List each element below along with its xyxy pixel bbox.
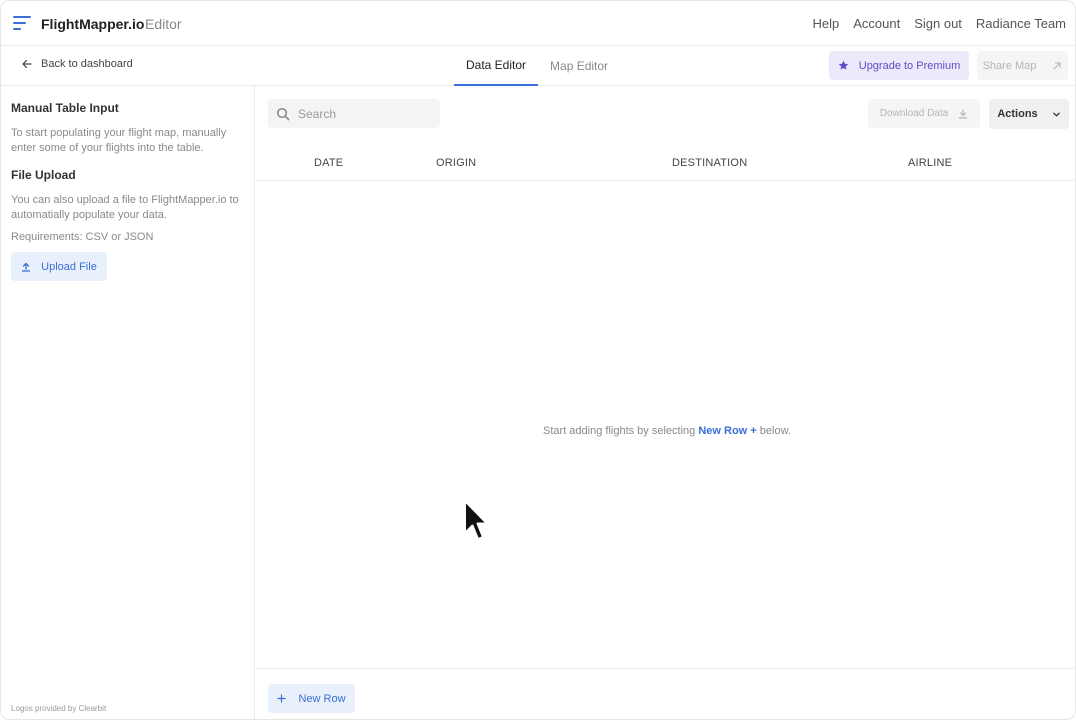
- upload-icon: [22, 262, 31, 272]
- sidebar: Manual Table Input To start populating y…: [1, 86, 255, 719]
- empty-table-message: Start adding flights by selecting New Ro…: [255, 425, 1075, 437]
- file-upload-heading: File Upload: [11, 168, 76, 182]
- column-date[interactable]: DATE: [314, 157, 343, 169]
- manual-input-text: To start populating your flight map, man…: [11, 127, 227, 154]
- upload-file-button[interactable]: Upload File: [11, 252, 107, 281]
- sign-out-link[interactable]: Sign out: [914, 16, 962, 31]
- plus-icon: [277, 694, 287, 703]
- download-icon: [959, 108, 968, 118]
- new-row-button[interactable]: New Row: [268, 684, 355, 713]
- actions-label: Actions: [997, 108, 1038, 120]
- brand-name[interactable]: FlightMapper.io: [41, 16, 144, 32]
- menu-lines-icon[interactable]: [13, 15, 31, 31]
- share-label: Share Map: [982, 59, 1037, 72]
- new-row-hint-link[interactable]: New Row +: [698, 425, 756, 437]
- download-data-button[interactable]: Download Data: [868, 99, 980, 128]
- column-airline[interactable]: AIRLINE: [908, 157, 952, 169]
- back-to-dashboard-link[interactable]: Back to dashboard: [21, 58, 133, 70]
- share-map-button[interactable]: Share Map: [977, 51, 1068, 80]
- search-box: [268, 99, 440, 128]
- upload-label: Upload File: [41, 260, 97, 273]
- arrow-left-icon: [22, 59, 32, 69]
- file-upload-text: You can also upload a file to FlightMapp…: [11, 194, 239, 221]
- team-link[interactable]: Radiance Team: [976, 16, 1066, 31]
- help-link[interactable]: Help: [812, 16, 839, 31]
- empty-suffix: below.: [759, 425, 791, 437]
- table-footer: New Row: [255, 668, 1075, 719]
- search-icon: [276, 107, 290, 120]
- sub-nav: Back to dashboard Data Editor Map Editor…: [1, 46, 1075, 86]
- new-row-label: New Row: [298, 692, 346, 705]
- data-table-panel: Download Data Actions DATE ORIGIN DESTIN…: [255, 86, 1075, 719]
- brand-subtitle: Editor: [145, 16, 182, 32]
- mouse-cursor-icon: [464, 500, 488, 540]
- editor-tabs: Data Editor Map Editor: [454, 46, 620, 86]
- tab-map-editor[interactable]: Map Editor: [538, 46, 620, 86]
- back-label: Back to dashboard: [41, 58, 133, 70]
- search-input[interactable]: [298, 106, 428, 121]
- empty-prefix: Start adding flights by selecting: [543, 425, 696, 437]
- tab-data-editor[interactable]: Data Editor: [454, 46, 539, 86]
- top-nav: FlightMapper.io Editor Help Account Sign…: [1, 1, 1075, 46]
- column-destination[interactable]: DESTINATION: [672, 157, 747, 169]
- account-link[interactable]: Account: [853, 16, 900, 31]
- arrow-up-right-icon: [1053, 61, 1061, 70]
- upgrade-label: Upgrade to Premium: [858, 59, 961, 72]
- top-nav-links: Help Account Sign out Radiance Team: [812, 16, 1066, 31]
- chevron-down-icon: [1052, 112, 1060, 116]
- table-header: DATE ORIGIN DESTINATION AIRLINE: [255, 144, 1075, 181]
- upgrade-premium-button[interactable]: Upgrade to Premium: [829, 51, 969, 80]
- app-window: FlightMapper.io Editor Help Account Sign…: [0, 0, 1076, 720]
- requirements-text: Requirements: CSV or JSON: [11, 231, 154, 243]
- star-icon: [838, 60, 848, 70]
- actions-dropdown[interactable]: Actions: [989, 99, 1069, 129]
- column-origin[interactable]: ORIGIN: [436, 157, 476, 169]
- manual-input-heading: Manual Table Input: [11, 101, 119, 115]
- download-label: Download Data: [879, 108, 949, 119]
- logos-credit: Logos provided by Clearbit: [11, 704, 107, 713]
